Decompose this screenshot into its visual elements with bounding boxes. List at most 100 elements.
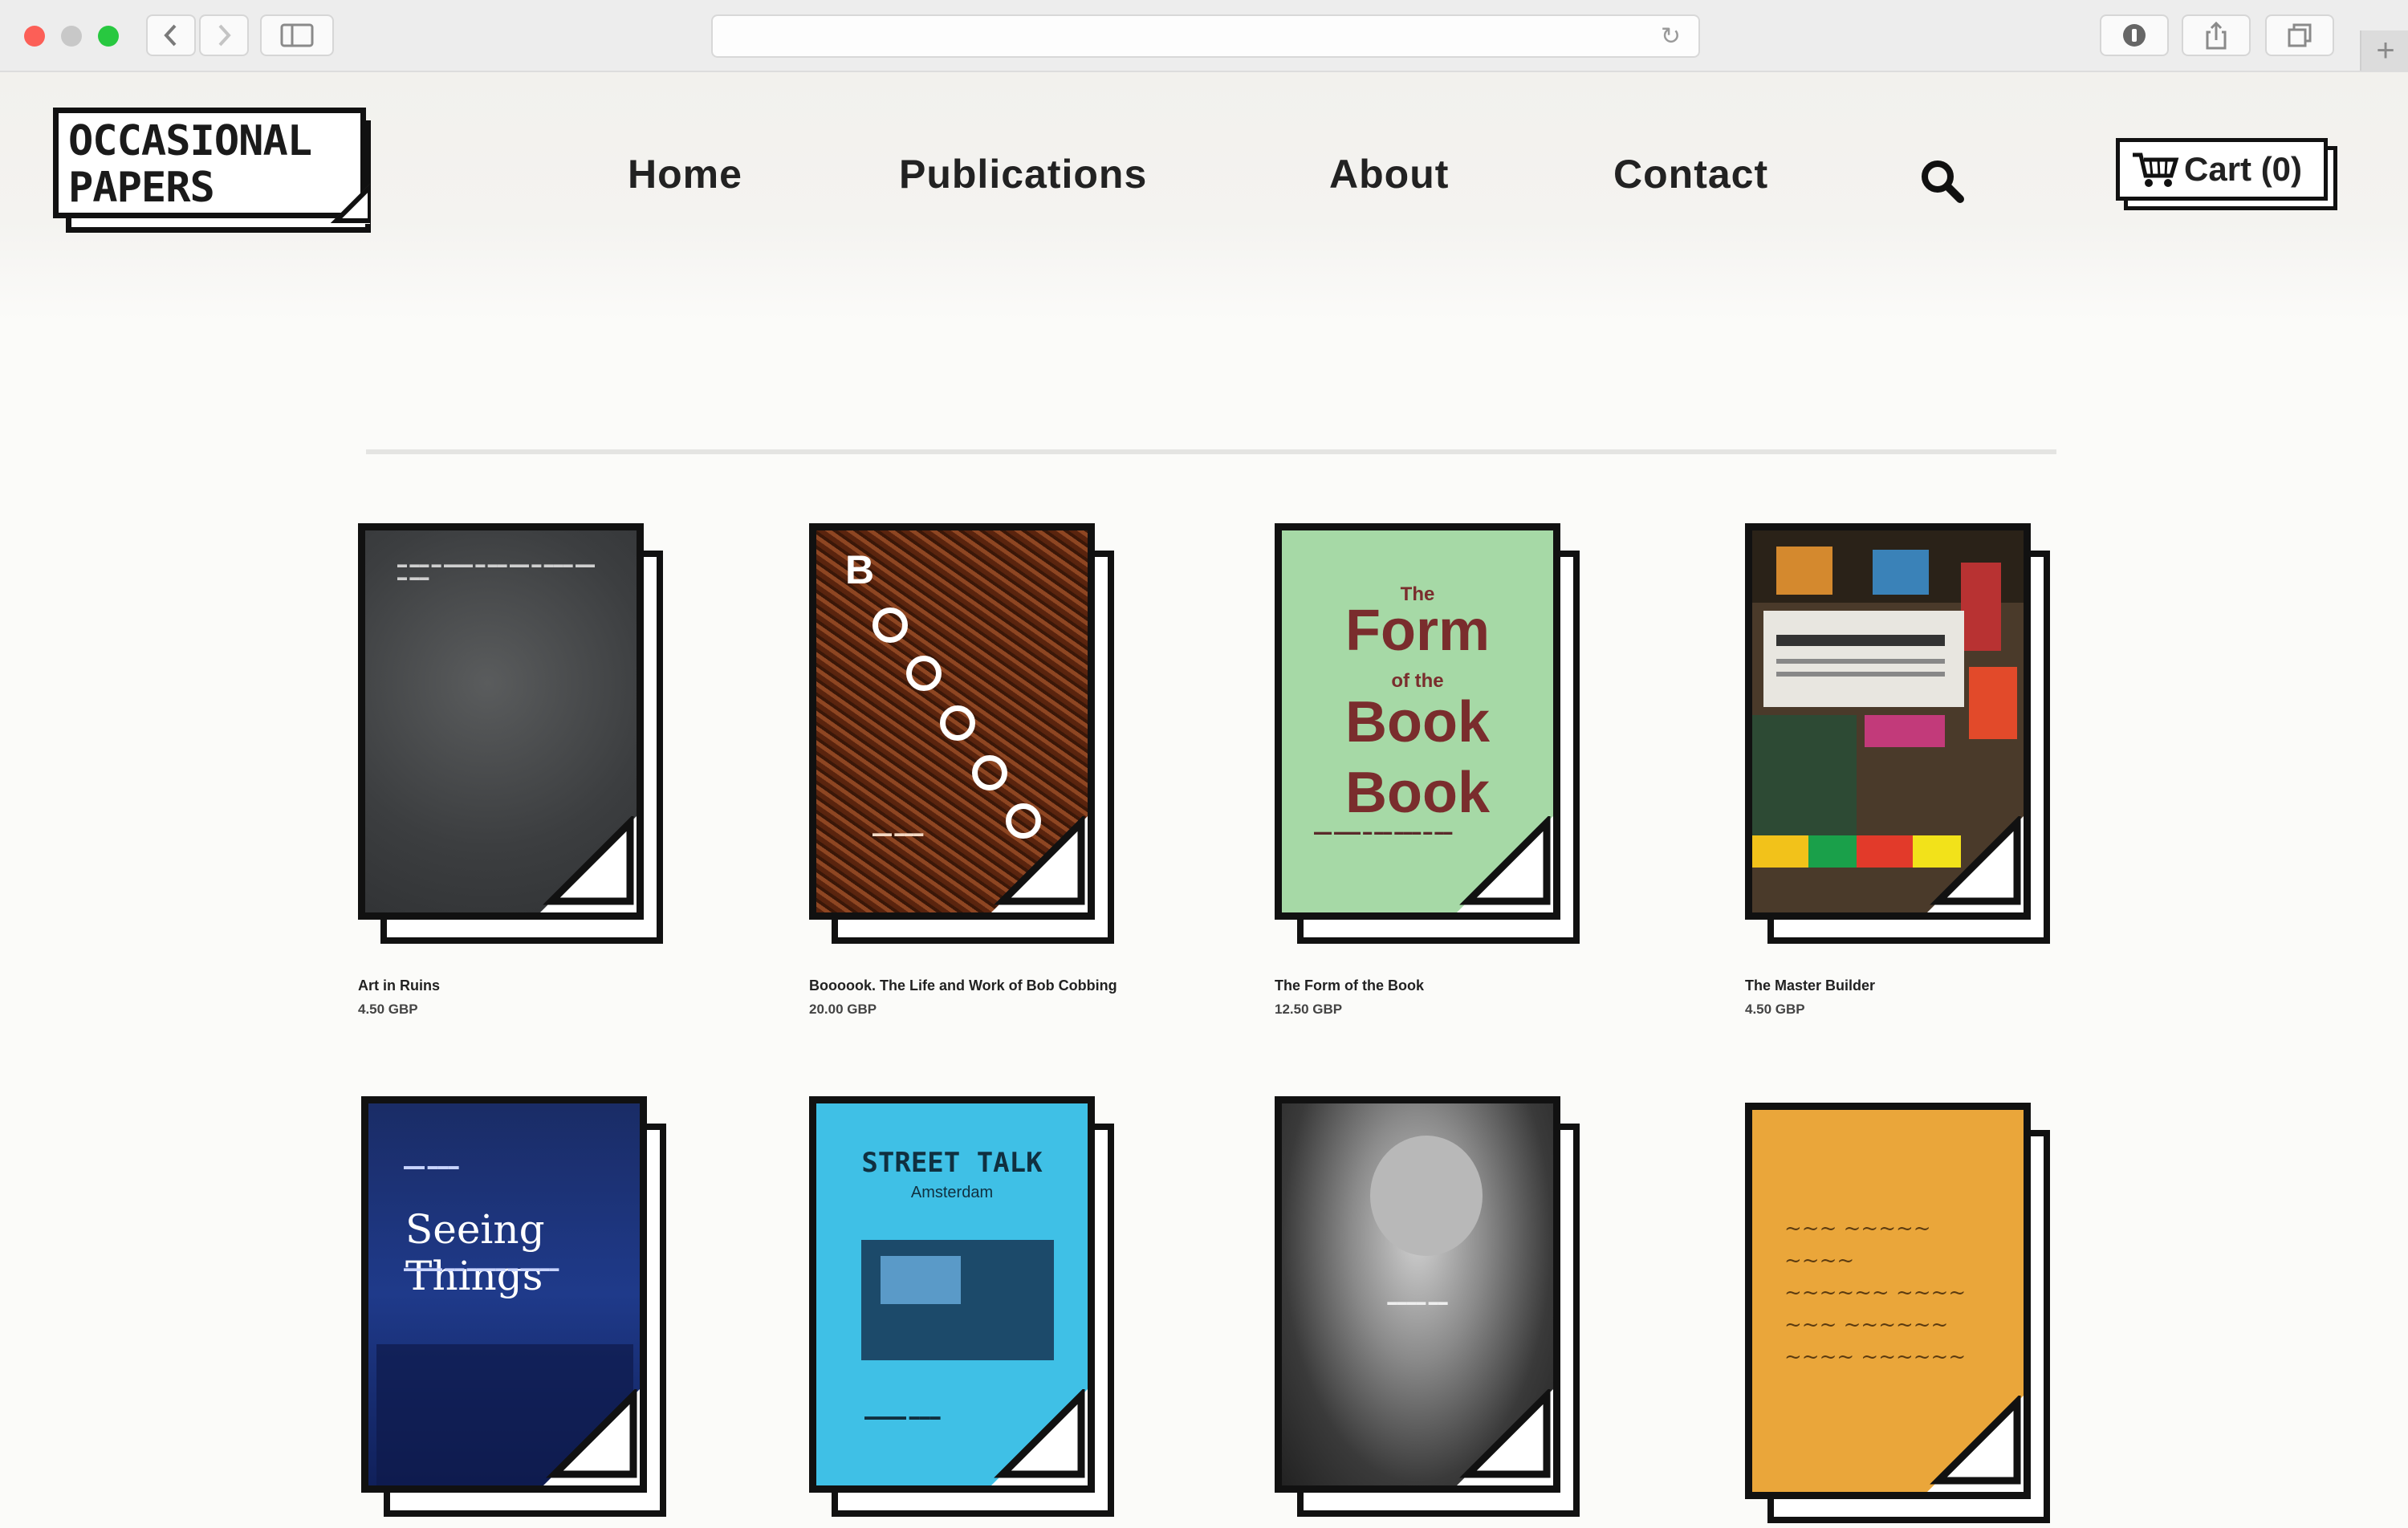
product-card[interactable]: The Master Builder 4.50 GBP xyxy=(1745,523,2162,1017)
share-icon xyxy=(2206,21,2227,50)
product-title[interactable]: Art in Ruins xyxy=(358,977,440,994)
reload-icon[interactable]: ↻ xyxy=(1661,22,1681,51)
product-price: 20.00 GBP xyxy=(809,1002,877,1017)
cover-boooook: B ▬▬ ▬▬▬ xyxy=(809,523,1095,920)
book-cover[interactable]: ~~~ ~~~~~ ~~~~ ~~~~~~ ~~~~ ~~~ ~~~~~~ ~~~~ … xyxy=(1745,1103,2058,1528)
cover-collage-block xyxy=(1961,563,2001,651)
product-title[interactable]: The Form of the Book xyxy=(1275,977,1424,994)
cover-word-form: Form xyxy=(1345,599,1490,663)
cover-collage-block xyxy=(1865,715,1945,747)
logo-line-2: PAPERS xyxy=(68,164,215,212)
cover-title-street-talk: STREET TALK xyxy=(861,1147,1043,1179)
cover-portrait-photo: ▬▬▬▬ ▬▬ xyxy=(1275,1096,1560,1493)
tab-overview-button[interactable] xyxy=(2265,14,2334,56)
cover-ring xyxy=(872,608,908,643)
book-cover[interactable]: STREET TALK Amsterdam ▬▬▬▬ ▬▬▬ xyxy=(809,1096,1122,1522)
cover-newspaper-headline xyxy=(1776,635,1945,646)
page-fold-icon xyxy=(1457,1389,1553,1485)
cover-ring xyxy=(906,656,942,691)
chevron-right-icon xyxy=(218,24,231,47)
share-button[interactable] xyxy=(2182,14,2251,56)
sidebar-icon xyxy=(280,23,314,47)
book-cover[interactable]: The Form of the Book Book ▬▬ ▬▬▬ ▬ ▬▬ ▬▬… xyxy=(1275,523,1588,949)
cover-collage-block xyxy=(1776,547,1832,595)
cover-photo-block xyxy=(881,1256,961,1304)
page-fold-icon xyxy=(1927,816,2024,912)
product-price: 4.50 GBP xyxy=(358,1002,418,1017)
new-tab-button[interactable]: + xyxy=(2360,30,2408,71)
content-divider xyxy=(366,449,2056,454)
back-button[interactable] xyxy=(146,14,196,56)
product-card[interactable]: ▬ ▬▬ ▬ ▬▬▬ ▬ ▬▬ ▬▬ ▬ ▬▬▬ ▬▬ ▬ ▬▬ Art in … xyxy=(358,523,775,1017)
cover-collage-block xyxy=(1752,715,1857,835)
sidebar-toggle-button[interactable] xyxy=(260,14,334,56)
page-fold-icon xyxy=(991,816,1088,912)
book-cover[interactable] xyxy=(1745,523,2058,949)
cover-fine-print: ▬▬ ▬▬▬ xyxy=(872,827,924,839)
product-card[interactable]: ▬▬ ▬▬▬ Seeing Things ▬▬▬▬ ▬▬ ▬▬▬▬ ▬ ▬▬▬▬ xyxy=(361,1096,779,1522)
cover-art-in-ruins: ▬ ▬▬ ▬ ▬▬▬ ▬ ▬▬ ▬▬ ▬ ▬▬▬ ▬▬ ▬ ▬▬ xyxy=(358,523,644,920)
product-price: 12.50 GBP xyxy=(1275,1002,1343,1017)
chevron-left-icon xyxy=(164,24,177,47)
minimize-window-button[interactable] xyxy=(61,26,82,47)
cover-word-book-1: Book xyxy=(1345,690,1490,754)
cover-handwritten: ~~~ ~~~~~ ~~~~ ~~~~~~ ~~~~ ~~~ ~~~~~~ ~~~~ … xyxy=(1745,1103,2031,1499)
cart-label: Cart (0) xyxy=(2184,150,2303,188)
page-fold-icon xyxy=(1457,816,1553,912)
nav-about[interactable]: About xyxy=(1329,151,1449,197)
product-card[interactable]: ▬▬▬▬ ▬▬ xyxy=(1275,1096,1692,1522)
book-cover[interactable]: ▬▬ ▬▬▬ Seeing Things ▬▬▬▬ ▬▬ ▬▬▬▬ ▬ ▬▬▬▬ xyxy=(361,1096,674,1522)
forward-button[interactable] xyxy=(199,14,249,56)
page-fold-icon xyxy=(540,816,637,912)
book-cover[interactable]: ▬ ▬▬ ▬ ▬▬▬ ▬ ▬▬ ▬▬ ▬ ▬▬▬ ▬▬ ▬ ▬▬ xyxy=(358,523,671,949)
cart-button[interactable]: Cart (0) xyxy=(2116,138,2339,212)
cover-seeing-things: ▬▬ ▬▬▬ Seeing Things ▬▬▬▬ ▬▬ ▬▬▬▬ ▬ ▬▬▬▬ xyxy=(361,1096,647,1493)
search-icon[interactable] xyxy=(1918,157,1965,204)
cover-ring xyxy=(972,755,1007,790)
cover-face xyxy=(1370,1136,1483,1256)
shopping-cart-icon xyxy=(2133,152,2179,187)
cover-ring xyxy=(940,705,975,741)
nav-publications[interactable]: Publications xyxy=(899,151,1147,197)
logo-front-sheet: OCCASIONAL PAPERS xyxy=(53,108,370,224)
cover-handwriting: ~~~ ~~~~~ ~~~~ ~~~~~~ ~~~~ ~~~ ~~~~~~ ~~~~ … xyxy=(1784,1217,1967,1369)
cover-stripe xyxy=(1808,835,1857,868)
cover-newspaper-line xyxy=(1776,672,1945,677)
cover-stripe xyxy=(1752,835,1808,868)
zoom-window-button[interactable] xyxy=(98,26,119,47)
tabs-icon xyxy=(2288,23,2312,47)
cover-stripe xyxy=(1857,835,1913,868)
site-logo[interactable]: OCCASIONAL PAPERS xyxy=(53,108,382,236)
close-window-button[interactable] xyxy=(24,26,45,47)
product-title[interactable]: The Master Builder xyxy=(1745,977,1875,994)
book-cover[interactable]: B ▬▬ ▬▬▬ xyxy=(809,523,1122,949)
cover-form-of-the-book: The Form of the Book Book ▬▬ ▬▬▬ ▬ ▬▬ ▬▬… xyxy=(1275,523,1560,920)
page-fold-icon xyxy=(1927,1396,2024,1492)
nav-home[interactable]: Home xyxy=(628,151,742,197)
cover-fine-print: ▬ ▬▬ ▬ ▬▬▬ ▬ ▬▬ ▬▬ ▬ ▬▬▬ ▬▬ ▬ ▬▬ xyxy=(397,559,596,583)
cover-fine-print: ▬▬ ▬▬▬ xyxy=(404,1160,459,1172)
page-fold-icon xyxy=(991,1389,1088,1485)
cover-collage-block xyxy=(1873,550,1929,595)
product-card[interactable]: The Form of the Book Book ▬▬ ▬▬▬ ▬ ▬▬ ▬▬… xyxy=(1275,523,1692,1017)
cover-street-talk: STREET TALK Amsterdam ▬▬▬▬ ▬▬▬ xyxy=(809,1096,1095,1493)
page-fold-icon xyxy=(330,184,370,224)
cover-collage-block xyxy=(1969,667,2017,739)
cover-fine-print: ▬▬▬▬ ▬▬ xyxy=(1387,1296,1448,1307)
product-price: 4.50 GBP xyxy=(1745,1002,1805,1017)
product-title[interactable]: Boooook. The Life and Work of Bob Cobbin… xyxy=(809,977,1117,994)
product-card[interactable]: B ▬▬ ▬▬▬ Boooook. The Life and Work of B… xyxy=(809,523,1226,1017)
logo-line-1: OCCASIONAL xyxy=(68,117,312,165)
cover-title-seeing-things: Seeing Things xyxy=(405,1206,545,1299)
privacy-button[interactable] xyxy=(2100,14,2169,56)
browser-toolbar: ↻ + xyxy=(0,0,2408,72)
product-card[interactable]: STREET TALK Amsterdam ▬▬▬▬ ▬▬▬ xyxy=(809,1096,1226,1522)
book-cover[interactable]: ▬▬▬▬ ▬▬ xyxy=(1275,1096,1588,1522)
cover-subtitle: Amsterdam xyxy=(910,1184,994,1201)
nav-contact[interactable]: Contact xyxy=(1613,151,1768,197)
product-card[interactable]: ~~~ ~~~~~ ~~~~ ~~~~~~ ~~~~ ~~~ ~~~~~~ ~~~~ … xyxy=(1745,1103,2162,1528)
cover-letter-b: B xyxy=(845,547,875,592)
address-bar[interactable]: ↻ xyxy=(711,14,1700,58)
cover-fine-print: ▬▬ ▬▬▬ ▬ ▬▬ ▬▬▬ ▬ ▬▬ xyxy=(1314,827,1453,837)
page-fold-icon xyxy=(543,1389,640,1485)
